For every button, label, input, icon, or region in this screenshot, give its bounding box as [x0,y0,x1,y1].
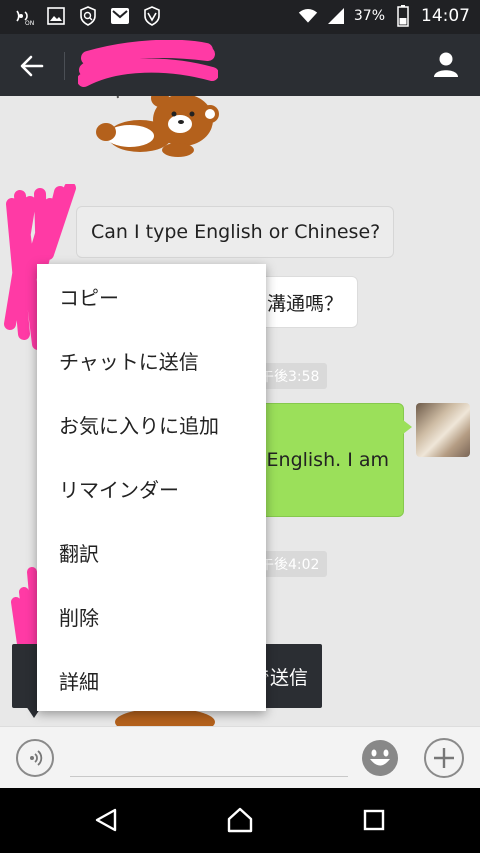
person-icon [434,52,458,77]
add-button[interactable] [424,738,464,778]
notification-icons: ON [14,6,162,26]
menu-item-translate[interactable]: 翻訳 [37,520,266,584]
svg-text:ON: ON [25,20,34,26]
shield-search-icon [78,6,98,26]
message-text: English. I am [266,449,389,471]
menu-item-add-favorite[interactable]: お気に入りに追加 [37,392,266,456]
chat-header [0,34,480,96]
context-menu: コピー チャットに送信 お気に入りに追加 リマインダー 翻訳 削除 詳細 [37,264,266,711]
rilakkuma-sticker [96,96,219,157]
nav-back-icon [95,808,117,832]
emoji-icon [362,740,398,776]
battery-icon [393,5,413,27]
mail-icon [110,6,130,26]
menu-item-copy[interactable]: コピー [37,264,266,328]
message-bubble-incoming[interactable]: Can I type English or Chinese? [76,206,394,258]
nav-home-button[interactable] [224,804,256,836]
menu-item-details[interactable]: 詳細 [37,648,266,712]
message-text: 溝通嗎？ [266,292,343,315]
nav-back-button[interactable] [90,804,122,836]
profile-button[interactable] [430,48,462,80]
menu-item-send-to-chat[interactable]: チャットに送信 [37,328,266,392]
voice-icon [30,750,43,766]
navigation-bar [0,788,480,853]
cell-signal-icon [326,6,346,26]
user-avatar[interactable] [416,403,470,457]
menu-item-reminder[interactable]: リマインダー [37,456,266,520]
image-icon [46,6,66,26]
plus-icon [434,748,454,768]
voice-button[interactable] [16,739,54,777]
message-text: Can I type English or Chinese? [91,221,381,243]
input-bar [0,726,480,788]
message-input[interactable] [70,741,348,777]
header-divider [64,52,65,80]
nav-home-icon [227,807,253,833]
emoji-button[interactable] [360,738,400,778]
back-button[interactable] [16,50,48,82]
wifi-icon [298,6,318,26]
battery-percent: 37% [353,8,385,24]
status-right: 37% 14:07 [298,5,470,27]
status-time: 14:07 [421,6,470,26]
nav-recents-button[interactable] [358,804,390,836]
signal-nfc-icon: ON [14,6,34,26]
redaction-scribble [78,40,218,87]
vpn-shield-icon [142,6,162,26]
status-bar: ON 37% 14:07 [0,0,480,34]
menu-item-delete[interactable]: 削除 [37,584,266,648]
arrow-left-icon [20,55,44,77]
nav-recents-icon [363,809,385,831]
